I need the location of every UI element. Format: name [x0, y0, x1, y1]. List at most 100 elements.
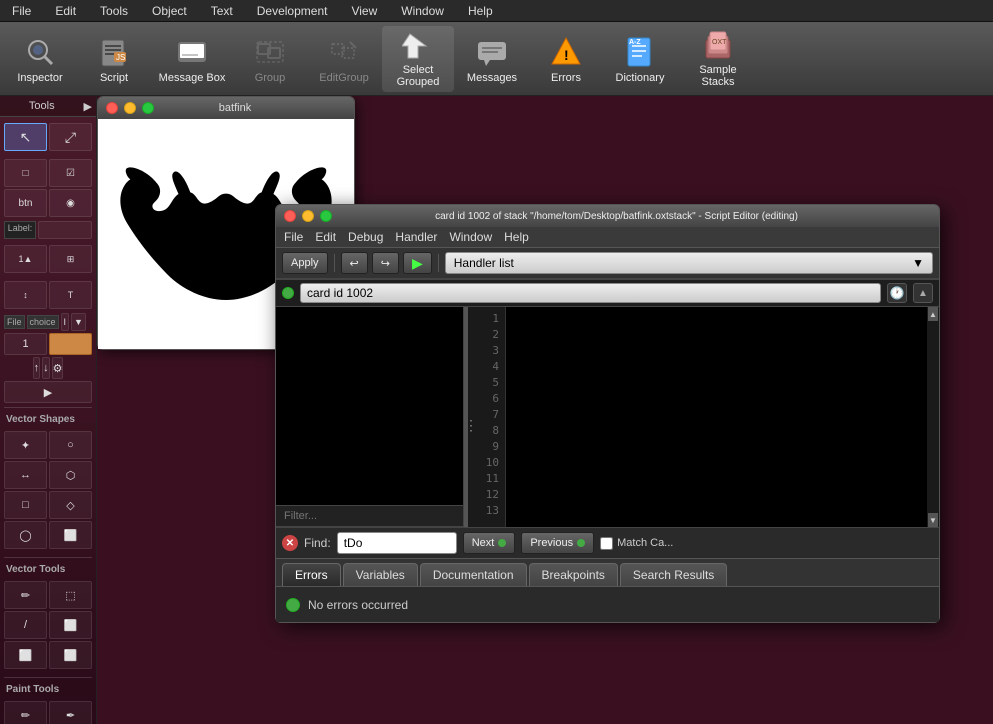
se-obj-arrow-btn[interactable]: ▲	[913, 283, 933, 303]
se-close-btn[interactable]	[284, 210, 296, 222]
tool-arrow-v[interactable]: ▼	[71, 313, 86, 331]
se-obj-name-text: card id 1002	[307, 286, 373, 300]
menu-tools[interactable]: Tools	[96, 2, 132, 20]
se-apply-btn[interactable]: Apply	[282, 252, 328, 274]
tool-prev[interactable]: ↑	[33, 357, 41, 379]
toolbar-group-btn[interactable]: Group	[234, 26, 306, 92]
tool-gear[interactable]: ⚙	[52, 357, 64, 379]
tool-move[interactable]: ⤢	[49, 123, 92, 151]
se-splitter[interactable]	[464, 307, 468, 527]
toolbar-errors-btn[interactable]: ! Errors	[530, 26, 602, 92]
toolbar-sample-stacks-btn[interactable]: OXT Sample Stacks	[678, 26, 758, 92]
se-next-btn[interactable]: Next	[463, 532, 516, 554]
vs-arrow-h[interactable]: ↔	[4, 461, 47, 489]
vs-star[interactable]: ✦	[4, 431, 47, 459]
se-scroll-up-btn[interactable]: ▲	[928, 307, 938, 321]
tool-rect[interactable]: □	[4, 159, 47, 187]
vt-pen[interactable]: ✏	[4, 581, 47, 609]
se-left-code-area	[276, 307, 463, 505]
inspector-label: Inspector	[17, 72, 62, 84]
tool-check[interactable]: ☑	[49, 159, 92, 187]
se-undo-btn[interactable]: ↩	[341, 252, 368, 274]
tool-num[interactable]: 1	[4, 333, 47, 355]
se-tab-content: No errors occurred	[276, 586, 939, 622]
se-previous-btn[interactable]: Previous	[521, 532, 594, 554]
se-menu-edit[interactable]: Edit	[315, 230, 336, 244]
se-tab-errors[interactable]: Errors	[282, 563, 341, 586]
toolbar-select-grouped-btn[interactable]: Select Grouped	[382, 26, 454, 92]
tool-scroll[interactable]: ↕	[4, 281, 47, 309]
vs-diamond[interactable]: ◇	[49, 491, 92, 519]
tool-play[interactable]: ▶	[4, 381, 92, 403]
toolbar-editgroup-btn[interactable]: EditGroup	[308, 26, 380, 92]
se-tb-sep-1	[334, 254, 335, 272]
toolbar-messages-btn[interactable]: Messages	[456, 26, 528, 92]
tool-radio[interactable]: ◉	[49, 189, 92, 217]
tool-i[interactable]: I	[61, 313, 70, 331]
se-menu-file[interactable]: File	[284, 230, 303, 244]
se-menu-window[interactable]: Window	[449, 230, 492, 244]
menu-text[interactable]: Text	[207, 2, 237, 20]
vs-speech[interactable]: ⬜	[49, 521, 92, 549]
vt-move2[interactable]: ⬜	[4, 641, 47, 669]
tool-arrow[interactable]: ↖	[4, 123, 47, 151]
se-object-bar: card id 1002 🕐 ▲	[276, 279, 939, 307]
canvas-area: batfink	[97, 96, 993, 724]
se-menu-debug[interactable]: Debug	[348, 230, 383, 244]
vt-select[interactable]: ⬜	[49, 611, 92, 639]
se-menu-handler[interactable]: Handler	[395, 230, 437, 244]
se-match-case-checkbox[interactable]	[600, 537, 613, 550]
se-obj-clock-btn[interactable]: 🕐	[887, 283, 907, 303]
tool-label-field[interactable]	[38, 221, 92, 239]
pt-pencil[interactable]: ✏	[4, 701, 47, 724]
menu-view[interactable]: View	[347, 2, 381, 20]
sidebar-divider-1	[4, 407, 92, 408]
se-body: 12345 678910 111213 ▲ ▼	[276, 307, 939, 527]
messages-icon	[474, 34, 510, 70]
tools-grid-4: ↕ T	[0, 277, 96, 313]
menu-window[interactable]: Window	[397, 2, 448, 20]
se-run-btn[interactable]: ▶	[403, 252, 432, 274]
se-find-close-btn[interactable]: ✕	[282, 535, 298, 551]
se-find-input[interactable]	[337, 532, 457, 554]
vt-anchor[interactable]: ⬚	[49, 581, 92, 609]
tool-grid[interactable]: ⊞	[49, 245, 92, 273]
vs-circle[interactable]: ○	[49, 431, 92, 459]
se-tab-breakpoints[interactable]: Breakpoints	[529, 563, 618, 586]
se-code-area[interactable]	[506, 307, 927, 527]
toolbar-inspector-btn[interactable]: Inspector	[4, 26, 76, 92]
batfink-close-btn[interactable]	[106, 102, 118, 114]
sidebar-collapse-btn[interactable]: ▶	[84, 100, 92, 113]
menu-object[interactable]: Object	[148, 2, 191, 20]
tool-num-orange[interactable]	[49, 333, 92, 355]
vt-line[interactable]: /	[4, 611, 47, 639]
tool-text2[interactable]: T	[49, 281, 92, 309]
tool-button[interactable]: btn	[4, 189, 47, 217]
pt-brush[interactable]: ✒	[49, 701, 92, 724]
tool-next[interactable]: ↓	[42, 357, 50, 379]
se-scroll-down-btn[interactable]: ▼	[928, 513, 938, 527]
se-filter-input[interactable]	[276, 505, 463, 527]
se-handler-select[interactable]: Handler list ▼	[445, 252, 933, 274]
toolbar-dictionary-btn[interactable]: A-Z Dictionary	[604, 26, 676, 92]
menu-development[interactable]: Development	[253, 2, 332, 20]
se-match-case[interactable]: Match Ca...	[600, 537, 673, 550]
se-menu-help[interactable]: Help	[504, 230, 529, 244]
vs-round[interactable]: ◯	[4, 521, 47, 549]
se-obj-name[interactable]: card id 1002	[300, 283, 881, 303]
se-tab-search-results[interactable]: Search Results	[620, 563, 727, 586]
se-tab-documentation[interactable]: Documentation	[420, 563, 527, 586]
vs-hex[interactable]: ⬡	[49, 461, 92, 489]
se-redo-btn[interactable]: ↪	[372, 252, 399, 274]
toolbar-messagebox-btn[interactable]: Message Box	[152, 26, 232, 92]
vt-rotate[interactable]: ⬜	[49, 641, 92, 669]
menu-help[interactable]: Help	[464, 2, 497, 20]
menu-file[interactable]: File	[8, 2, 35, 20]
menu-edit[interactable]: Edit	[51, 2, 80, 20]
sample-stacks-label: Sample Stacks	[682, 64, 754, 88]
vs-rect[interactable]: □	[4, 491, 47, 519]
toolbar-script-btn[interactable]: JS Script	[78, 26, 150, 92]
se-tab-variables[interactable]: Variables	[343, 563, 418, 586]
se-tabs: Errors Variables Documentation Breakpoin…	[276, 558, 939, 586]
tool-num1[interactable]: 1▲	[4, 245, 47, 273]
